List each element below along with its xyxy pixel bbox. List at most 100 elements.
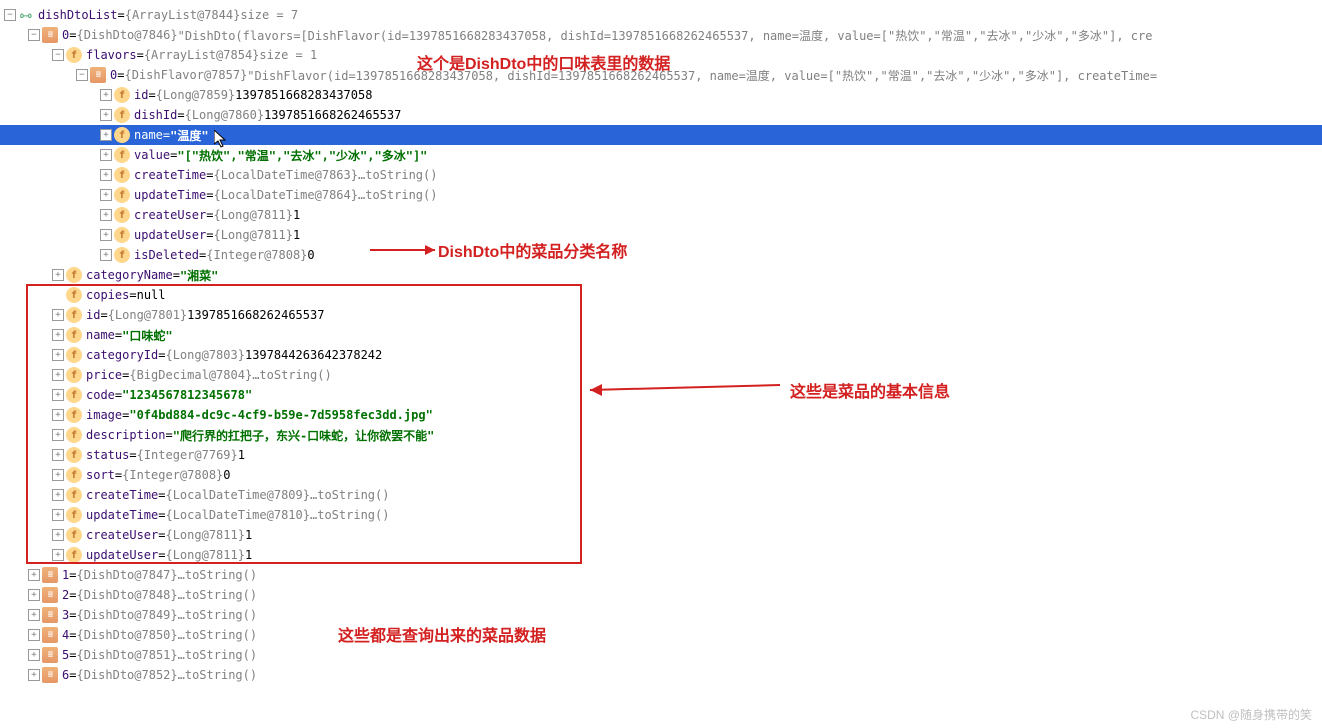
field-icon: f	[66, 387, 82, 403]
tree-row[interactable]: + f sort = {Integer@7808} 0	[0, 465, 1322, 485]
annotation-category: DishDto中的菜品分类名称	[438, 238, 627, 262]
tree-row[interactable]: + f updateTime = {LocalDateTime@7864} … …	[0, 185, 1322, 205]
list-item-icon: ≡	[42, 587, 58, 603]
tree-row[interactable]: + f createTime = {LocalDateTime@7863} … …	[0, 165, 1322, 185]
tree-row[interactable]: + f image = "0f4bd884-dc9c-4cf9-b59e-7d5…	[0, 405, 1322, 425]
list-item-icon: ≡	[42, 647, 58, 663]
field-icon: f	[66, 547, 82, 563]
tree-row[interactable]: + ≡ 4 = {DishDto@7850} … toString()	[0, 625, 1322, 645]
var-name: dishDtoList	[38, 8, 117, 22]
expand-toggle[interactable]: +	[100, 189, 112, 201]
field-icon: f	[66, 407, 82, 423]
list-item-icon: ≡	[42, 607, 58, 623]
tree-row[interactable]: + f updateUser = {Long@7811} 1	[0, 225, 1322, 245]
expand-toggle[interactable]: +	[52, 389, 64, 401]
tree-row[interactable]: + f dishId = {Long@7860} 139785166826246…	[0, 105, 1322, 125]
field-icon: f	[66, 267, 82, 283]
expand-toggle[interactable]: +	[52, 369, 64, 381]
collapse-toggle[interactable]: −	[28, 29, 40, 41]
tree-row[interactable]: + f description = "爬行界的扛把子，东兴-口味蛇，让你欲罢不能…	[0, 425, 1322, 445]
tree-row[interactable]: + f isDeleted = {Integer@7808} 0	[0, 245, 1322, 265]
expand-toggle[interactable]: +	[52, 529, 64, 541]
field-icon: f	[114, 147, 130, 163]
field-icon: f	[114, 247, 130, 263]
tree-row[interactable]: + f name = "口味蛇"	[0, 325, 1322, 345]
collapse-toggle[interactable]: −	[76, 69, 88, 81]
tree-row[interactable]: + f updateTime = {LocalDateTime@7810} … …	[0, 505, 1322, 525]
expand-toggle[interactable]: +	[100, 169, 112, 181]
expand-toggle[interactable]: +	[52, 449, 64, 461]
collapse-toggle[interactable]: −	[52, 49, 64, 61]
expand-toggle[interactable]: +	[100, 229, 112, 241]
tree-row[interactable]: + ≡ 2 = {DishDto@7848} … toString()	[0, 585, 1322, 605]
expand-toggle[interactable]: +	[52, 269, 64, 281]
expand-toggle[interactable]: +	[52, 349, 64, 361]
expand-toggle[interactable]: +	[100, 249, 112, 261]
watermark: CSDN @随身携带的笑	[1190, 706, 1312, 723]
expand-toggle[interactable]: +	[100, 89, 112, 101]
tree-row[interactable]: + f code = "1234567812345678"	[0, 385, 1322, 405]
expand-toggle[interactable]: +	[100, 149, 112, 161]
annotation-flavor: 这个是DishDto中的口味表里的数据	[417, 50, 670, 74]
field-icon: f	[66, 47, 82, 63]
expand-toggle[interactable]: +	[28, 649, 40, 661]
debug-variables-tree: − dishDtoList = {ArrayList@7844} size = …	[0, 0, 1322, 685]
expand-toggle[interactable]: +	[52, 329, 64, 341]
tree-row[interactable]: − ≡ 0 = {DishDto@7846} "DishDto(flavors=…	[0, 25, 1322, 45]
list-item-icon: ≡	[42, 667, 58, 683]
tree-row[interactable]: + ≡ 1 = {DishDto@7847} … toString()	[0, 565, 1322, 585]
field-icon: f	[66, 427, 82, 443]
field-icon: f	[66, 447, 82, 463]
tree-row[interactable]: + f id = {Long@7801} 1397851668262465537	[0, 305, 1322, 325]
expand-toggle[interactable]: +	[52, 509, 64, 521]
tree-row[interactable]: + f categoryId = {Long@7803} 13978442636…	[0, 345, 1322, 365]
tree-row-selected[interactable]: + f name = "温度"	[0, 125, 1322, 145]
field-icon: f	[66, 287, 82, 303]
field-icon: f	[66, 507, 82, 523]
tree-row[interactable]: − dishDtoList = {ArrayList@7844} size = …	[0, 5, 1322, 25]
tree-row[interactable]: + f id = {Long@7859} 1397851668283437058	[0, 85, 1322, 105]
annotation-basic-info: 这些是菜品的基本信息	[790, 378, 950, 402]
field-icon: f	[114, 187, 130, 203]
tree-row[interactable]: + f createTime = {LocalDateTime@7809} … …	[0, 485, 1322, 505]
list-item-icon: ≡	[42, 627, 58, 643]
tree-row[interactable]: + ≡ 3 = {DishDto@7849} … toString()	[0, 605, 1322, 625]
expand-toggle[interactable]: +	[100, 109, 112, 121]
tree-row[interactable]: + f createUser = {Long@7811} 1	[0, 525, 1322, 545]
list-item-icon: ≡	[42, 27, 58, 43]
field-icon: f	[114, 227, 130, 243]
tree-row[interactable]: + f price = {BigDecimal@7804} … toString…	[0, 365, 1322, 385]
expand-toggle[interactable]: +	[52, 469, 64, 481]
field-icon: f	[66, 467, 82, 483]
tree-row[interactable]: + ≡ 5 = {DishDto@7851} … toString()	[0, 645, 1322, 665]
tree-row[interactable]: + f categoryName = "湘菜"	[0, 265, 1322, 285]
tree-row[interactable]: + f updateUser = {Long@7811} 1	[0, 545, 1322, 565]
tree-row[interactable]: + f status = {Integer@7769} 1	[0, 445, 1322, 465]
expand-toggle[interactable]: +	[28, 669, 40, 681]
tree-row[interactable]: + ≡ 6 = {DishDto@7852} … toString()	[0, 665, 1322, 685]
expand-toggle[interactable]: +	[52, 309, 64, 321]
field-icon: f	[66, 367, 82, 383]
expand-toggle[interactable]: +	[28, 589, 40, 601]
tree-row[interactable]: + f value = "["热饮","常温","去冰","少冰","多冰"]"	[0, 145, 1322, 165]
expand-toggle[interactable]: +	[28, 609, 40, 621]
field-icon: f	[66, 487, 82, 503]
field-icon: f	[114, 127, 130, 143]
expand-toggle[interactable]: +	[100, 129, 112, 141]
field-icon: f	[66, 347, 82, 363]
expand-toggle[interactable]: +	[52, 489, 64, 501]
expand-toggle[interactable]: +	[100, 209, 112, 221]
expand-toggle[interactable]: +	[28, 629, 40, 641]
field-icon: f	[114, 107, 130, 123]
expand-toggle[interactable]: +	[52, 409, 64, 421]
tree-row[interactable]: f copies = null	[0, 285, 1322, 305]
tree-row[interactable]: + f createUser = {Long@7811} 1	[0, 205, 1322, 225]
field-icon: f	[114, 87, 130, 103]
expand-toggle[interactable]: +	[52, 429, 64, 441]
field-icon: f	[114, 207, 130, 223]
collapse-toggle[interactable]: −	[4, 9, 16, 21]
expand-toggle[interactable]: +	[52, 549, 64, 561]
field-icon: f	[114, 167, 130, 183]
expand-toggle[interactable]: +	[28, 569, 40, 581]
field-icon: f	[66, 307, 82, 323]
